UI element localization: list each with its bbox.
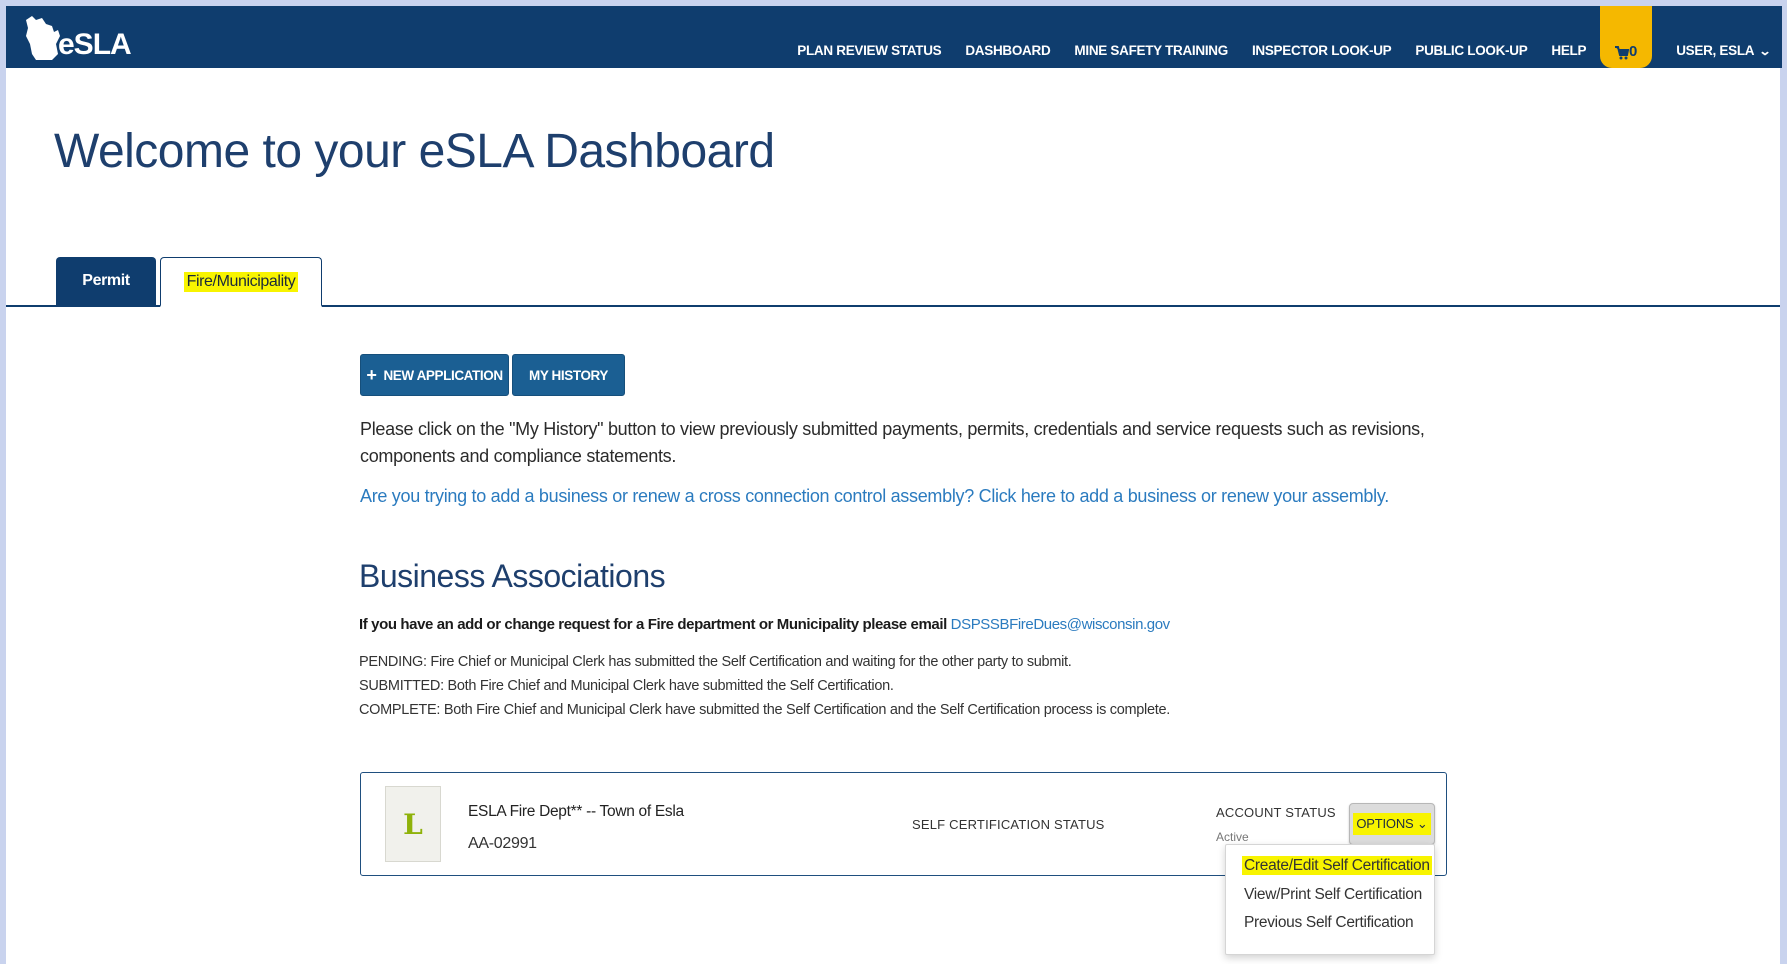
email-link[interactable]: DSPSSBFireDues@wisconsin.gov [951, 616, 1171, 633]
top-navigation-bar: eSLA PLAN REVIEW STATUS DASHBOARD MINE S… [6, 6, 1782, 68]
options-label-wrap: OPTIONS ⌄ [1353, 813, 1431, 835]
tab-permit-label: Permit [82, 272, 130, 289]
add-business-link[interactable]: Are you trying to add a business or rene… [360, 486, 1389, 507]
tab-fire-municipality-label: Fire/Municipality [183, 271, 299, 292]
user-name: USER, ESLA [1676, 43, 1755, 58]
esla-logo[interactable]: eSLA [22, 12, 132, 64]
page-frame: eSLA PLAN REVIEW STATUS DASHBOARD MINE S… [6, 6, 1782, 964]
status-note-submitted: SUBMITTED: Both Fire Chief and Municipal… [359, 678, 894, 694]
wisconsin-map-logo-icon [26, 16, 60, 60]
business-associations-heading: Business Associations [359, 558, 666, 594]
logo-text: eSLA [58, 28, 132, 61]
nav-inspector-look-up[interactable]: INSPECTOR LOOK-UP [1240, 43, 1403, 68]
options-button[interactable]: OPTIONS ⌄ [1349, 803, 1435, 845]
status-note-complete: COMPLETE: Both Fire Chief and Municipal … [359, 702, 1170, 718]
status-note-pending: PENDING: Fire Chief or Municipal Clerk h… [359, 654, 1072, 670]
badge-letter: L [403, 807, 423, 841]
my-history-button[interactable]: MY HISTORY [512, 354, 625, 396]
options-dropdown-menu: Create/Edit Self Certification View/Prin… [1225, 844, 1435, 955]
menu-item-create-edit-label: Create/Edit Self Certification [1242, 856, 1432, 875]
nav-public-look-up[interactable]: PUBLIC LOOK-UP [1403, 43, 1539, 68]
account-status-label: ACCOUNT STATUS [1216, 805, 1336, 820]
page-title: Welcome to your eSLA Dashboard [54, 125, 775, 178]
email-request-line: If you have an add or change request for… [359, 616, 1170, 633]
tab-fire-municipality[interactable]: Fire/Municipality [160, 257, 322, 307]
options-label: OPTIONS [1356, 816, 1414, 831]
organization-badge: L [385, 786, 441, 862]
nav-mine-safety-training[interactable]: MINE SAFETY TRAINING [1062, 43, 1240, 68]
organization-name: ESLA Fire Dept** -- Town of Esla [468, 803, 684, 820]
history-instructions: Please click on the "My History" button … [360, 419, 1425, 466]
my-history-label: MY HISTORY [528, 367, 609, 383]
chevron-down-icon: ⌄ [1758, 43, 1772, 58]
cart-button[interactable]: 0 [1600, 6, 1653, 68]
menu-item-view-print-self-certification[interactable]: View/Print Self Certification [1244, 886, 1422, 904]
right-border [1780, 68, 1782, 964]
account-status-value: Active [1216, 830, 1249, 844]
user-menu[interactable]: USER, ESLA ⌄ [1664, 43, 1782, 68]
email-prompt-text: If you have an add or change request for… [359, 616, 947, 633]
menu-item-create-edit-self-certification[interactable]: Create/Edit Self Certification [1242, 856, 1432, 875]
menu-item-previous-self-certification[interactable]: Previous Self Certification [1244, 914, 1414, 932]
main-nav: PLAN REVIEW STATUS DASHBOARD MINE SAFETY… [785, 6, 1782, 68]
self-certification-status-label: SELF CERTIFICATION STATUS [912, 817, 1105, 832]
chevron-down-icon: ⌄ [1416, 816, 1428, 831]
cart-count: 0 [1629, 43, 1638, 60]
new-application-label: NEW APPLICATION [383, 367, 503, 383]
nav-dashboard[interactable]: DASHBOARD [953, 43, 1062, 68]
new-application-button[interactable]: + NEW APPLICATION [360, 354, 509, 396]
cart-icon [1615, 46, 1630, 60]
plus-icon: + [366, 365, 377, 385]
nav-plan-review-status[interactable]: PLAN REVIEW STATUS [785, 43, 953, 68]
tab-permit[interactable]: Permit [56, 257, 156, 305]
nav-help[interactable]: HELP [1539, 43, 1598, 68]
organization-id: AA-02991 [468, 835, 537, 852]
